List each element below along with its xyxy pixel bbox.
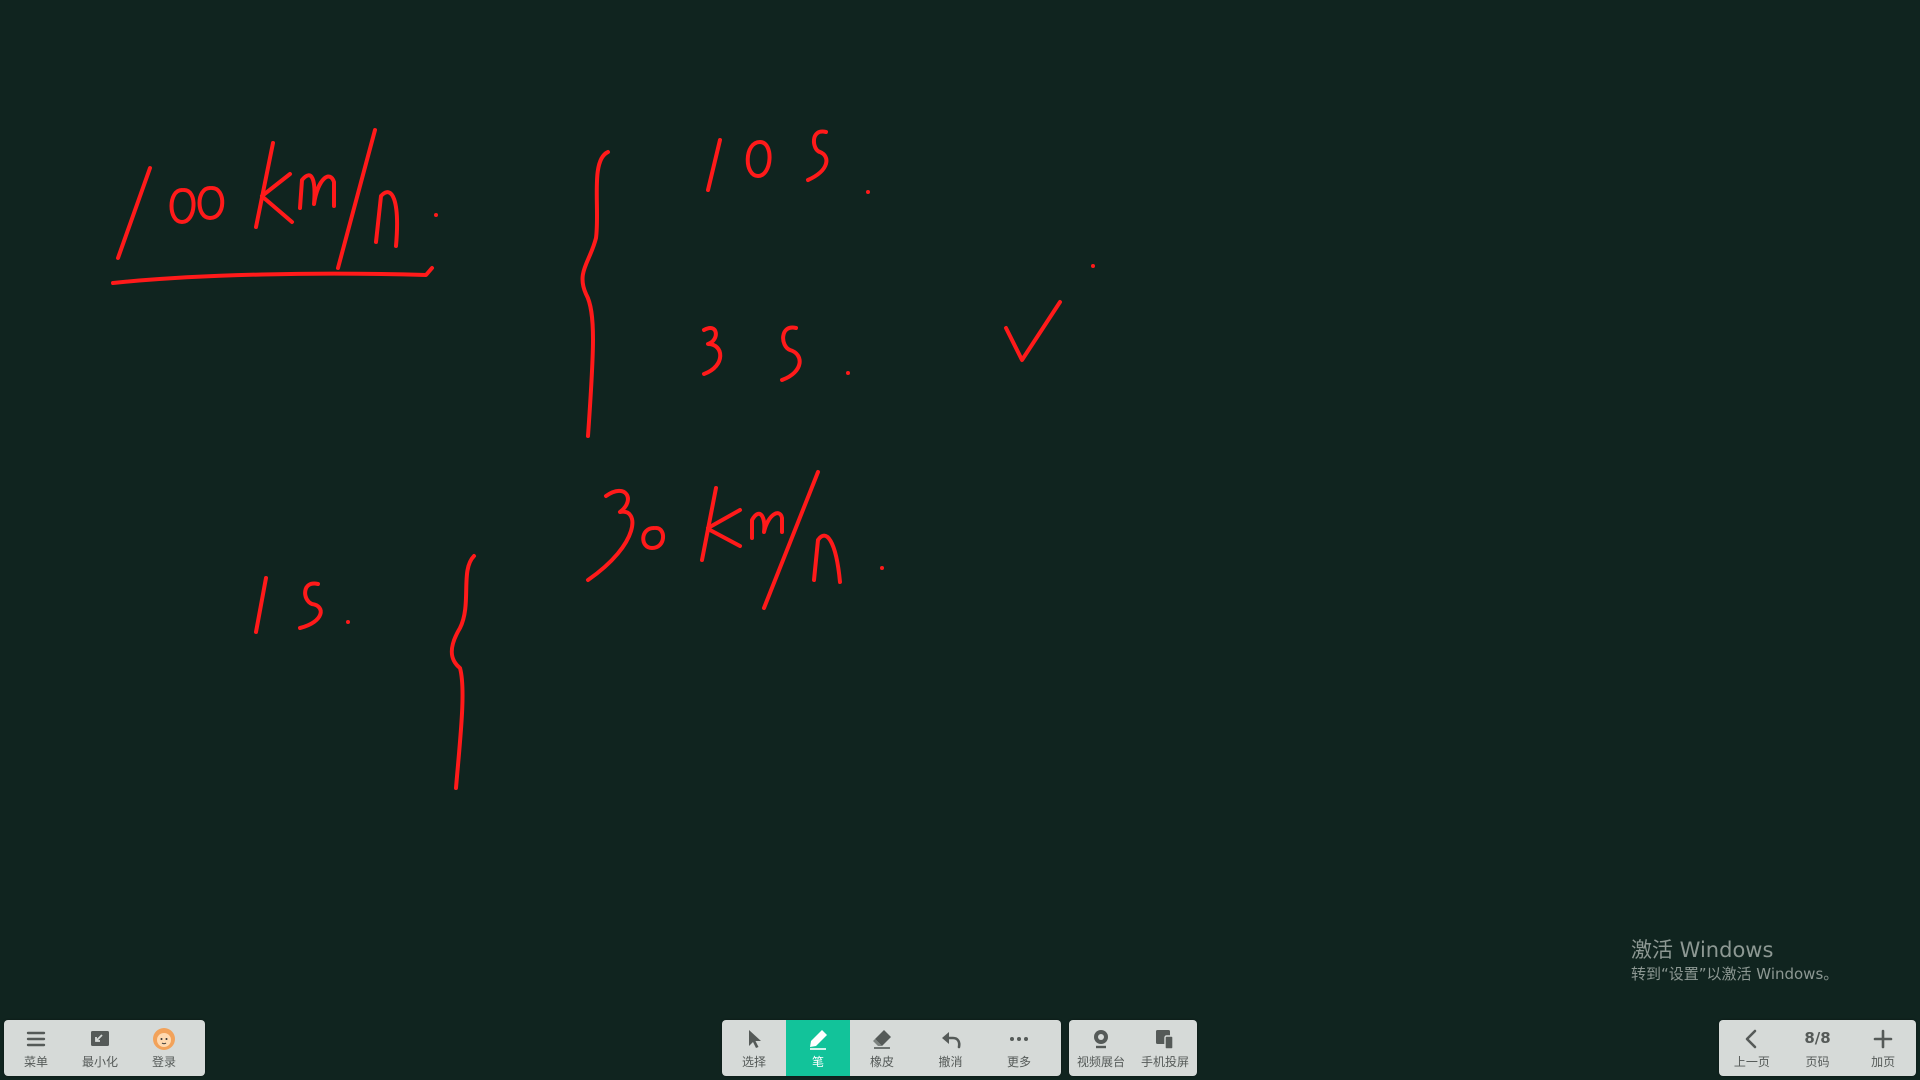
page-number: 8/8 <box>1804 1029 1831 1047</box>
select-label: 选择 <box>741 1055 766 1069</box>
undo-label: 撤消 <box>938 1055 963 1069</box>
camera-icon <box>1094 1030 1108 1049</box>
watermark-subtitle: 转到“设置”以激活 Windows。 <box>1631 965 1839 983</box>
plus-icon <box>1873 1029 1893 1049</box>
add-page-label: 加页 <box>1871 1055 1896 1069</box>
menu-icon <box>26 1031 46 1047</box>
pen-label: 笔 <box>811 1055 824 1069</box>
ink-stroke-10s <box>706 129 870 194</box>
ink-brace-top <box>580 150 610 438</box>
prev-page-button[interactable]: 上一页 <box>1719 1020 1785 1076</box>
menu-label: 菜单 <box>23 1055 48 1069</box>
pen-tool-button[interactable]: 笔 <box>786 1020 850 1076</box>
ink-stroke-30kmh <box>586 470 884 610</box>
ink-stroke-100kmh <box>111 128 438 285</box>
toolbar-left: 菜单 最小化 登录 <box>4 1020 205 1076</box>
toolbar-screen: 视频展台 手机投屏 <box>1069 1020 1197 1076</box>
undo-button[interactable]: 撤消 <box>914 1020 987 1076</box>
more-dots-icon <box>1010 1037 1028 1041</box>
ink-checkmark <box>1004 300 1062 362</box>
select-tool-button[interactable]: 选择 <box>722 1020 786 1076</box>
eraser-icon <box>873 1030 891 1049</box>
avatar-icon <box>153 1028 175 1050</box>
ink-dot <box>1091 264 1095 268</box>
minimize-button[interactable]: 最小化 <box>68 1020 132 1076</box>
whiteboard-canvas[interactable] <box>0 0 1920 1080</box>
ink-stroke-1s <box>254 576 350 634</box>
phone-cast-label: 手机投屏 <box>1140 1055 1189 1069</box>
eraser-label: 橡皮 <box>869 1055 894 1069</box>
more-label: 更多 <box>1006 1055 1031 1069</box>
toolbar-pages: 上一页 8/8 页码 加页 <box>1719 1020 1916 1076</box>
video-booth-label: 视频展台 <box>1076 1055 1125 1069</box>
undo-icon <box>941 1032 961 1049</box>
toolbar-tools: 选择 笔 橡皮 撤消 更多 <box>722 1020 1061 1076</box>
phone-cast-button[interactable]: 手机投屏 <box>1133 1020 1197 1076</box>
login-button[interactable]: 登录 <box>132 1020 196 1076</box>
eraser-tool-button[interactable]: 橡皮 <box>850 1020 914 1076</box>
prev-page-label: 上一页 <box>1733 1055 1770 1069</box>
ink-brace-bottom <box>449 554 476 790</box>
watermark-title: 激活 Windows <box>1631 938 1774 962</box>
cursor-arrow-icon <box>749 1030 761 1048</box>
page-label: 页码 <box>1805 1055 1830 1069</box>
pen-icon <box>810 1030 827 1050</box>
login-label: 登录 <box>151 1055 176 1069</box>
add-page-button[interactable]: 加页 <box>1850 1020 1916 1076</box>
menu-button[interactable]: 菜单 <box>4 1020 68 1076</box>
video-booth-button[interactable]: 视频展台 <box>1069 1020 1133 1076</box>
phone-cast-icon <box>1156 1030 1174 1050</box>
windows-activation-watermark: 激活 Windows 转到“设置”以激活 Windows。 <box>1631 937 1838 985</box>
page-indicator[interactable]: 8/8 页码 <box>1785 1020 1851 1076</box>
more-button[interactable]: 更多 <box>987 1020 1051 1076</box>
minimize-label: 最小化 <box>81 1055 118 1069</box>
ink-stroke-3s <box>702 325 850 382</box>
chevron-left-icon <box>1745 1029 1757 1049</box>
minimize-icon <box>91 1031 109 1046</box>
